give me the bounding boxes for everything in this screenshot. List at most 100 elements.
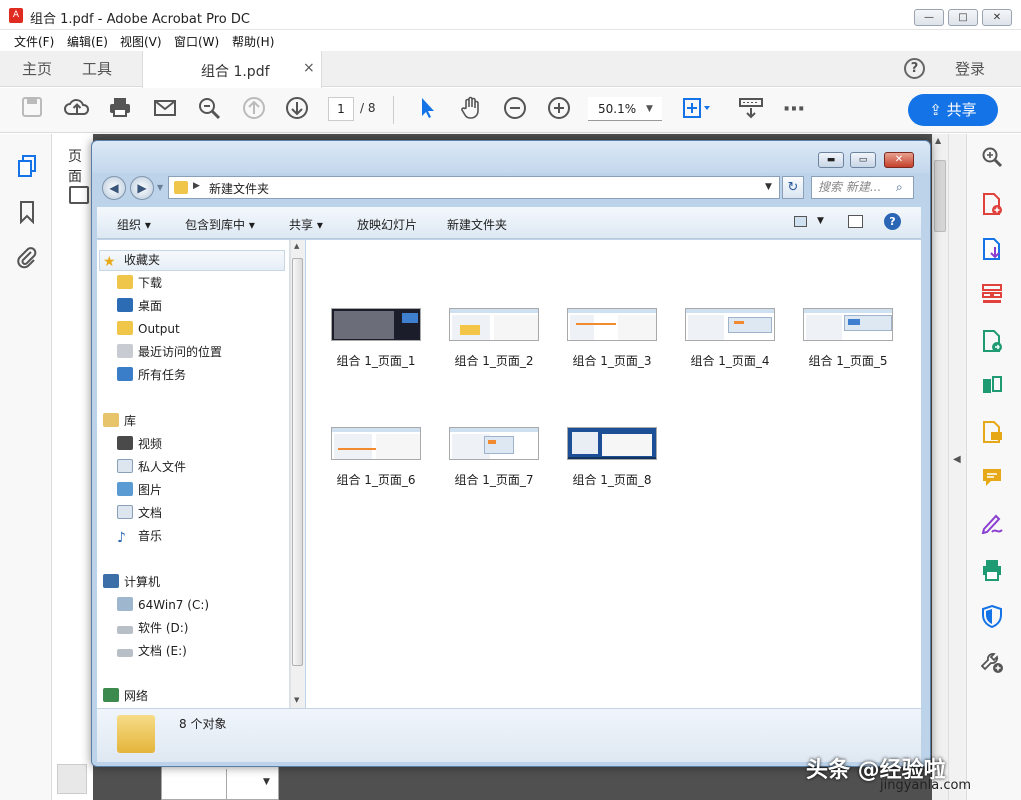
bookmark-icon[interactable]	[14, 200, 40, 226]
menu-view[interactable]: 视图(V)	[120, 33, 162, 50]
address-dropdown-icon[interactable]: ▼	[765, 182, 772, 192]
print-icon[interactable]	[106, 96, 134, 124]
menu-edit[interactable]: 编辑(E)	[67, 33, 108, 50]
close-window-button[interactable]: ✕	[982, 9, 1012, 26]
more-tools-icon[interactable]	[979, 650, 1005, 676]
menu-file[interactable]: 文件(F)	[14, 33, 54, 50]
page-thumbnail[interactable]	[57, 764, 87, 794]
edit-pdf-icon[interactable]	[979, 329, 1005, 355]
document-scrollbar[interactable]: ▲	[932, 134, 948, 800]
page-thumbnails-icon[interactable]	[14, 154, 40, 180]
page-down-icon[interactable]	[283, 96, 311, 124]
select-cursor-icon[interactable]	[413, 96, 441, 124]
file-item[interactable]: 组合 1_页面_8	[557, 427, 667, 527]
nav-favorites[interactable]: ★ 收藏夹	[103, 250, 160, 270]
create-pdf-icon[interactable]	[979, 192, 1005, 218]
nav-downloads[interactable]: 下载	[117, 273, 162, 293]
file-item[interactable]: 组合 1_页面_2	[439, 308, 549, 408]
history-dropdown-icon[interactable]: ▼	[157, 183, 163, 192]
forward-button[interactable]: ▶	[130, 176, 154, 200]
file-item[interactable]: 组合 1_页面_1	[321, 308, 431, 408]
file-item[interactable]: 组合 1_页面_5	[793, 308, 903, 408]
nav-libraries[interactable]: 库	[103, 411, 136, 431]
scroll-up-icon[interactable]: ▲	[294, 242, 299, 250]
protect-shield-icon[interactable]	[979, 604, 1005, 630]
share-button[interactable]: ⇪ 共享	[908, 94, 998, 126]
chevron-left-icon[interactable]: ◀	[953, 454, 961, 465]
scroll-thumb[interactable]	[934, 160, 946, 232]
nav-computer[interactable]: 计算机	[103, 572, 160, 592]
explorer-minimize-button[interactable]: ▬	[818, 152, 844, 168]
back-button[interactable]: ◀	[102, 176, 126, 200]
file-item[interactable]: 组合 1_页面_7	[439, 427, 549, 527]
zoom-in-icon[interactable]	[545, 96, 573, 124]
nav-videos[interactable]: 视频	[117, 434, 162, 454]
fill-sign-icon[interactable]	[979, 512, 1005, 538]
nav-documents[interactable]: 文档	[117, 503, 162, 523]
right-pane-toggle[interactable]: ◀	[948, 134, 966, 800]
chevron-down-icon[interactable]: ▼	[263, 777, 270, 787]
file-item[interactable]: 组合 1_页面_6	[321, 427, 431, 527]
nav-pictures[interactable]: 图片	[117, 480, 162, 500]
tab-home[interactable]: 主页	[22, 51, 52, 87]
cmd-share[interactable]: 共享 ▾	[289, 216, 323, 233]
file-item[interactable]: 组合 1_页面_3	[557, 308, 667, 408]
export-pdf-icon[interactable]	[979, 237, 1005, 263]
search-zoom-icon[interactable]	[195, 96, 223, 124]
login-button[interactable]: 登录	[955, 51, 985, 87]
help-icon[interactable]: ?	[904, 58, 925, 79]
nav-drive-e[interactable]: 文档 (E:)	[117, 641, 187, 661]
reading-mode-icon[interactable]	[737, 96, 765, 124]
nav-output[interactable]: Output	[117, 319, 180, 339]
page-up-icon[interactable]	[240, 96, 268, 124]
explorer-close-button[interactable]: ✕	[884, 152, 914, 168]
comment-icon[interactable]	[979, 466, 1005, 492]
nav-desktop[interactable]: 桌面	[117, 296, 162, 316]
nav-music[interactable]: ♪ 音乐	[117, 526, 162, 546]
explorer-maximize-button[interactable]: ▭	[850, 152, 876, 168]
cmd-organize[interactable]: 组织 ▾	[117, 216, 151, 233]
breadcrumb-arrow-icon[interactable]: ▶	[193, 181, 200, 191]
breadcrumb-folder[interactable]: 新建文件夹	[209, 180, 269, 197]
file-item[interactable]: 组合 1_页面_4	[675, 308, 785, 408]
menu-help[interactable]: 帮助(H)	[232, 33, 274, 50]
nav-drive-d[interactable]: 软件 (D:)	[117, 618, 188, 638]
attachment-icon[interactable]	[14, 246, 40, 272]
chevron-down-icon[interactable]: ▼	[817, 216, 824, 226]
tab-document[interactable]: 组合 1.pdf ×	[142, 51, 322, 88]
cmd-slideshow[interactable]: 放映幻灯片	[357, 216, 417, 233]
maximize-button[interactable]: □	[948, 9, 978, 26]
address-bar[interactable]: ▶ 新建文件夹 ▼	[168, 176, 780, 199]
comment-doc-icon[interactable]	[979, 420, 1005, 446]
scroll-up-icon[interactable]: ▲	[935, 136, 941, 145]
compare-icon[interactable]	[979, 374, 1005, 400]
minimize-button[interactable]: —	[914, 9, 944, 26]
fit-page-icon[interactable]	[681, 96, 710, 124]
nav-network[interactable]: 网络	[103, 686, 148, 706]
nav-all-tasks[interactable]: 所有任务	[117, 365, 186, 385]
save-icon[interactable]	[18, 96, 46, 124]
email-icon[interactable]	[151, 96, 179, 124]
tab-close-icon[interactable]: ×	[303, 60, 315, 76]
nav-recent-places[interactable]: 最近访问的位置	[117, 342, 222, 362]
zoom-tools-icon[interactable]	[979, 146, 1005, 172]
preview-pane-icon[interactable]	[848, 215, 863, 228]
panel-options-icon[interactable]	[69, 186, 89, 204]
cmd-include-library[interactable]: 包含到库中 ▾	[185, 216, 255, 233]
print-production-icon[interactable]	[979, 558, 1005, 584]
tab-tools[interactable]: 工具	[82, 51, 112, 87]
menu-window[interactable]: 窗口(W)	[174, 33, 219, 50]
hand-tool-icon[interactable]	[457, 96, 485, 124]
cmd-new-folder[interactable]: 新建文件夹	[447, 216, 507, 233]
scroll-down-icon[interactable]: ▼	[294, 696, 299, 704]
search-input[interactable]: 搜索 新建... ⌕	[811, 176, 914, 199]
zoom-out-icon[interactable]	[501, 96, 529, 124]
cloud-upload-icon[interactable]	[63, 96, 91, 124]
zoom-level-select[interactable]: 50.1% ▼	[588, 97, 662, 121]
help-icon[interactable]: ?	[884, 213, 901, 230]
refresh-icon[interactable]: ↻	[782, 176, 804, 199]
more-options-icon[interactable]: ⋯	[780, 96, 808, 124]
nav-scroll-thumb[interactable]	[292, 258, 303, 666]
organize-pages-icon[interactable]	[979, 283, 1005, 309]
nav-drive-c[interactable]: 64Win7 (C:)	[117, 595, 209, 615]
